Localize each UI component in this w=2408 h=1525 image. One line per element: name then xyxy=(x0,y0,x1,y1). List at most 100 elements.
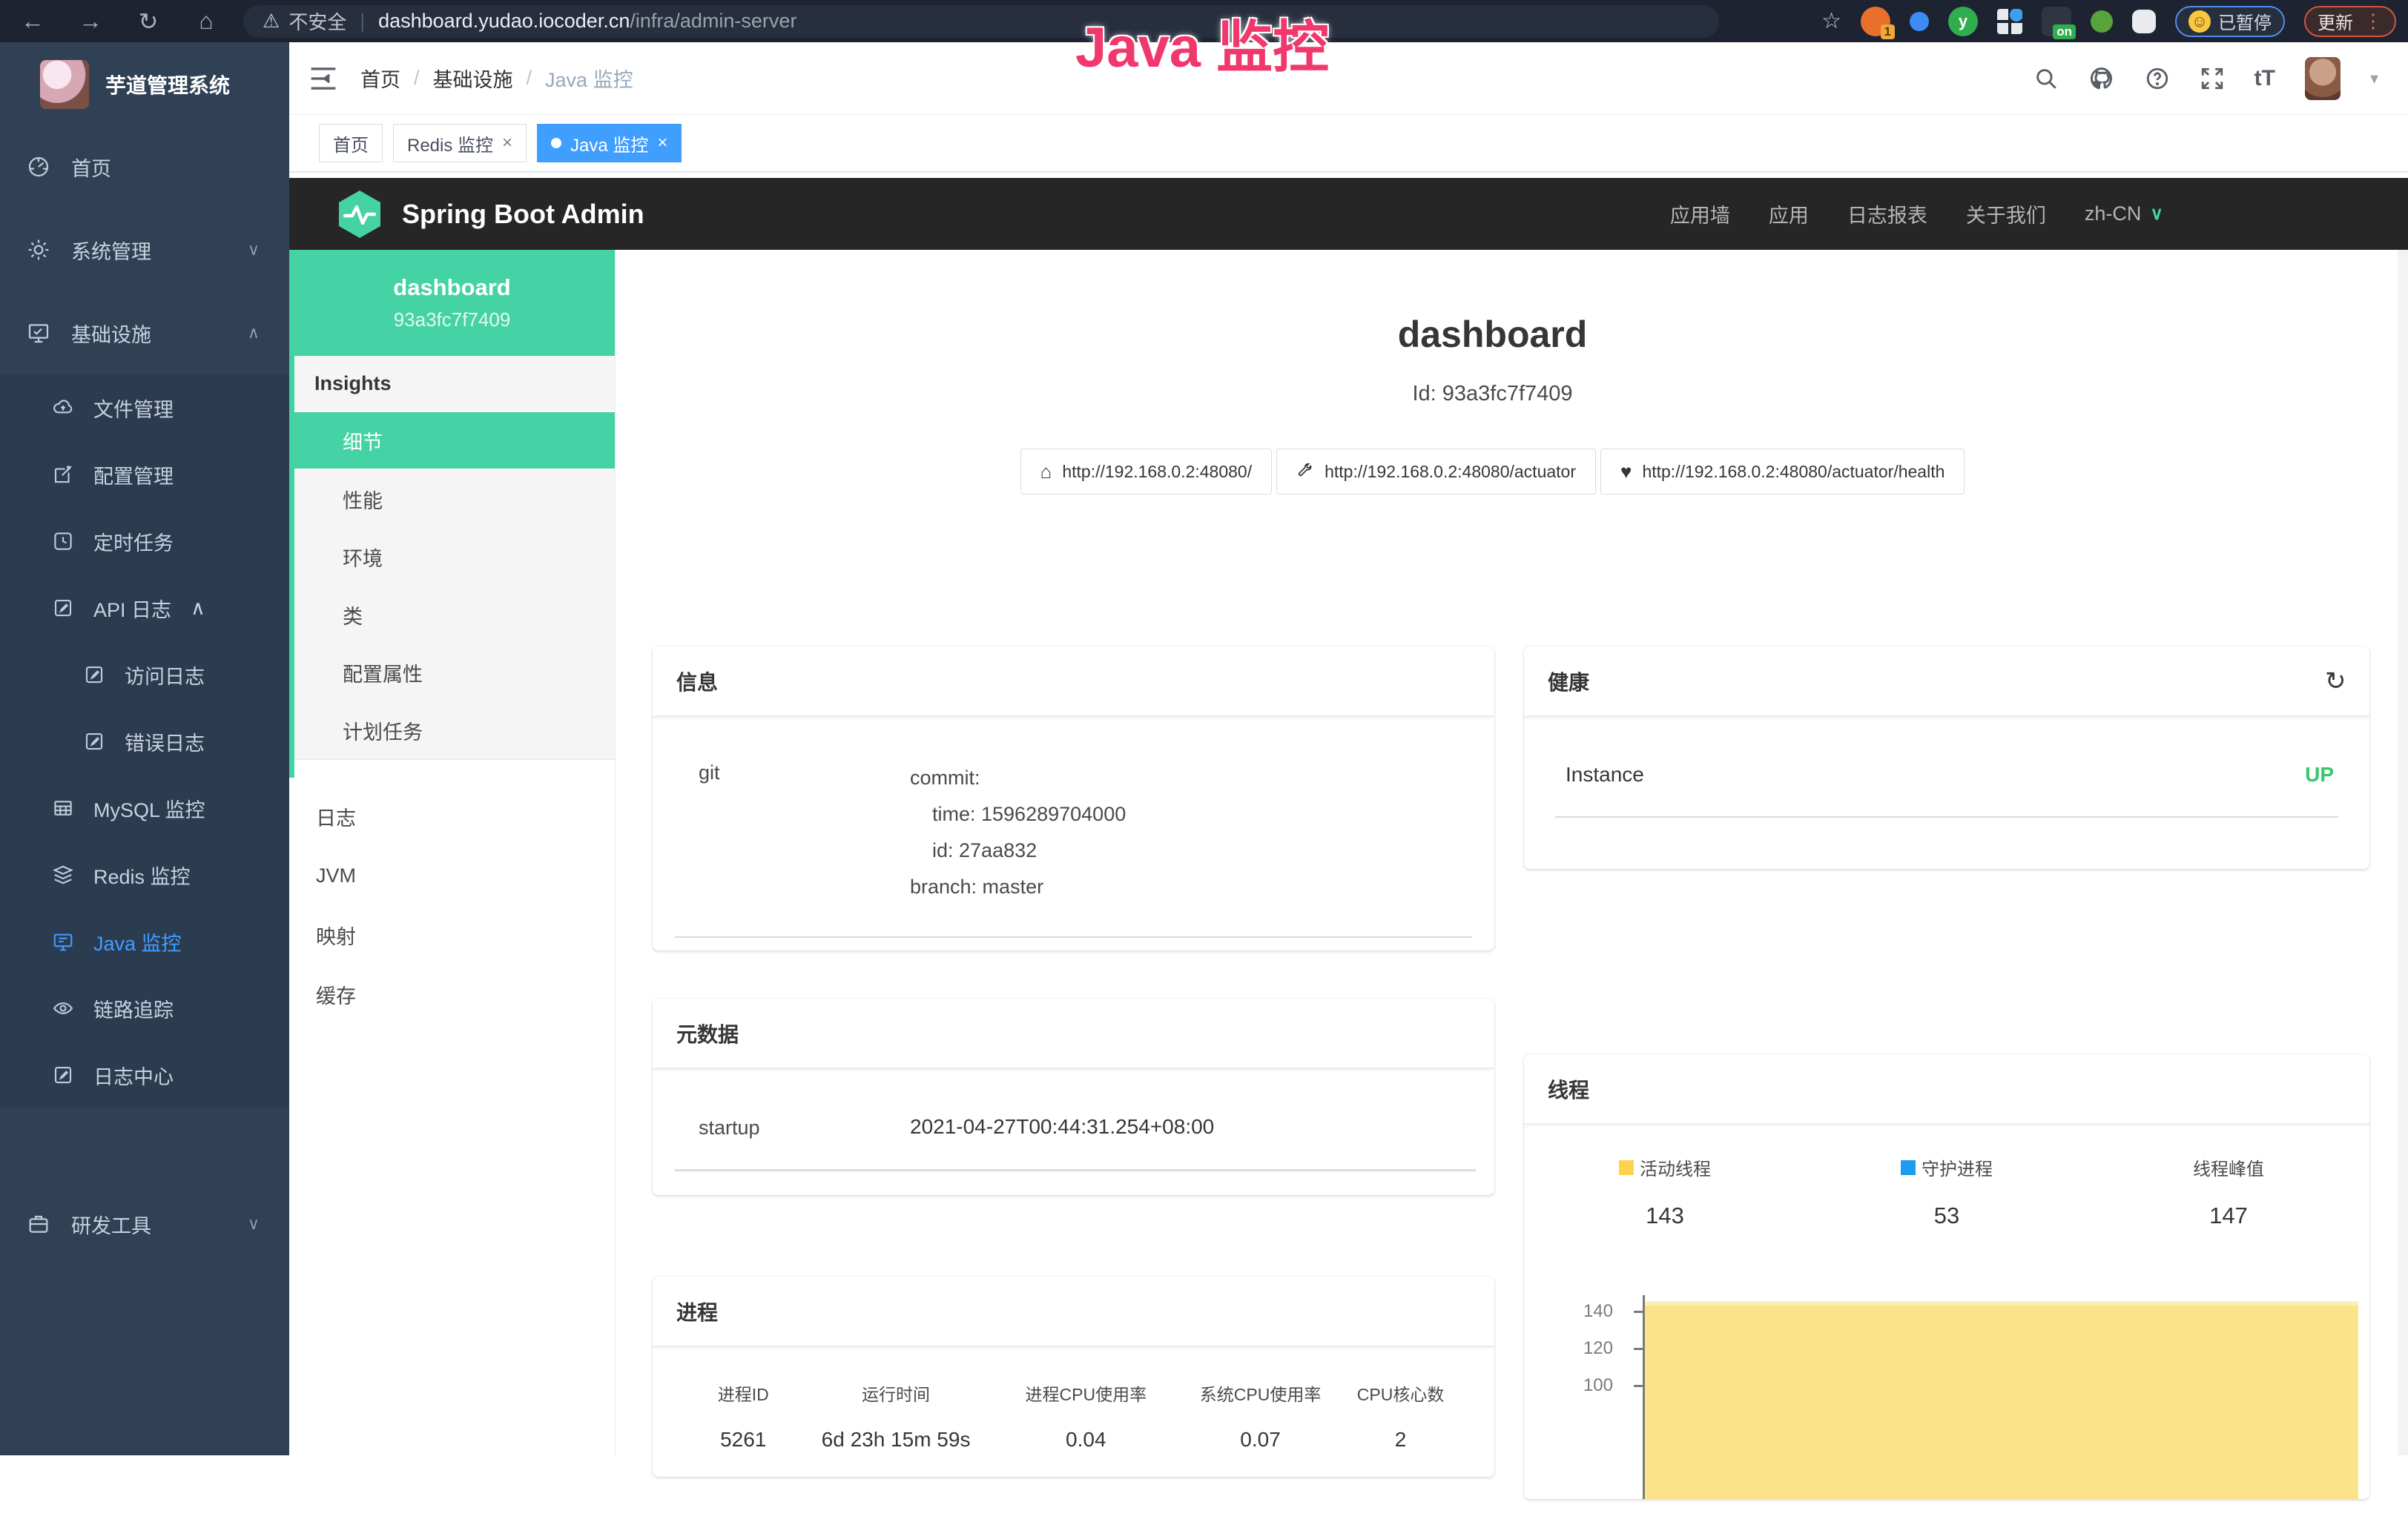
sidebar-item-config-manage[interactable]: 配置管理 xyxy=(0,441,289,508)
chevron-up-icon: ∧ xyxy=(191,597,205,620)
info-card-title: 信息 xyxy=(676,666,718,696)
sidebar-item-infra[interactable]: 基础设施 ∧ xyxy=(0,291,289,374)
browser-menu-icon[interactable]: ⋮ xyxy=(2364,10,2383,33)
y-extension-icon[interactable]: y xyxy=(1948,7,1978,36)
briefcase-icon xyxy=(27,1212,50,1236)
browser-reload-icon[interactable]: ↻ xyxy=(132,5,165,38)
health-url-button[interactable]: ♥ http://192.168.0.2:48080/actuator/heal… xyxy=(1600,449,1965,494)
breadcrumb-current: Java 监控 xyxy=(545,64,633,93)
sidebar-item-api-log[interactable]: API 日志 ∧ xyxy=(0,575,289,641)
app-logo-avatar xyxy=(40,60,89,109)
sidebar-item-log-center[interactable]: 日志中心 xyxy=(0,1042,289,1108)
service-url-button[interactable]: ⌂ http://192.168.0.2:48080/ xyxy=(1020,449,1273,494)
sidebar-item-access-log[interactable]: 访问日志 xyxy=(0,641,289,708)
history-icon[interactable]: ↺ xyxy=(2325,666,2346,696)
sba-menu-environment[interactable]: 环境 xyxy=(289,528,615,586)
sidebar-toggle-icon[interactable] xyxy=(309,65,338,92)
sidebar-item-error-log[interactable]: 错误日志 xyxy=(0,708,289,775)
gear-icon xyxy=(27,238,50,262)
leaf-extension-icon[interactable] xyxy=(2091,10,2113,33)
sba-logo-icon xyxy=(337,189,383,239)
sba-menu-classes[interactable]: 类 xyxy=(289,586,615,644)
home-icon: ⌂ xyxy=(1040,460,1052,483)
switch-extension-icon[interactable]: on xyxy=(2042,7,2071,36)
file-edit-icon xyxy=(83,730,105,752)
chevron-up-icon: ∧ xyxy=(248,323,260,343)
browser-back-icon[interactable]: ← xyxy=(16,5,49,38)
app-logo-row[interactable]: 芋道管理系统 xyxy=(0,42,289,125)
health-instance-label: Instance xyxy=(1566,763,1644,787)
tab-java-monitor[interactable]: Java 监控 × xyxy=(537,124,682,162)
sba-menu-config-props[interactable]: 配置属性 xyxy=(289,644,615,701)
sidebar-item-java-monitor[interactable]: Java 监控 xyxy=(0,908,289,975)
tab-groups-extension-icon[interactable] xyxy=(1997,9,2022,34)
sba-locale-select[interactable]: zh-CN ∨ xyxy=(2085,202,2163,225)
sba-menu-jvm[interactable]: JVM xyxy=(289,846,615,905)
service-url: http://192.168.0.2:48080/ xyxy=(1062,462,1252,482)
sba-menu-metrics[interactable]: 性能 xyxy=(289,470,615,528)
file-edit-icon xyxy=(52,1064,74,1086)
fullscreen-icon[interactable] xyxy=(2200,66,2225,91)
file-edit-icon xyxy=(52,597,74,619)
breadcrumb-home[interactable]: 首页 xyxy=(360,64,400,93)
tab-label: 首页 xyxy=(333,130,369,156)
history-clock-icon xyxy=(52,530,74,552)
address-bar[interactable]: ⚠ 不安全 | dashboard.yudao.iocoder.cn/infra… xyxy=(243,5,1719,38)
sba-menu-scheduled-tasks[interactable]: 计划任务 xyxy=(289,701,615,759)
app-sidebar: 芋道管理系统 首页 系统管理 ∨ 基础设施 ∧ 文件管理 配置管理 定时任务 xyxy=(0,42,289,1455)
y-tick-100: 100 xyxy=(1524,1375,1613,1396)
actuator-url-button[interactable]: http://192.168.0.2:48080/actuator xyxy=(1276,449,1596,494)
instance-header[interactable]: dashboard 93a3fc7f7409 xyxy=(289,250,615,356)
sba-menu-mappings[interactable]: 映射 xyxy=(289,905,615,965)
sba-menu-logfile[interactable]: 日志 xyxy=(289,787,615,846)
extension-icon-1[interactable]: 1 xyxy=(1861,7,1890,36)
user-avatar[interactable] xyxy=(2305,57,2341,100)
sba-menu-details[interactable]: 细节 xyxy=(289,412,615,470)
sidebar-item-label: API 日志 xyxy=(93,594,171,623)
tab-home[interactable]: 首页 xyxy=(319,124,383,162)
close-icon[interactable]: × xyxy=(502,133,512,153)
puzzle-extensions-icon[interactable] xyxy=(2132,10,2156,33)
sidebar-item-redis-monitor[interactable]: Redis 监控 xyxy=(0,841,289,908)
git-time-line: time: 1596289704000 xyxy=(910,796,1126,833)
daemon-threads-value: 53 xyxy=(1806,1203,2088,1229)
sidebar-item-dev-tools[interactable]: 研发工具 ∨ xyxy=(0,1182,289,1266)
git-id-line: id: 27aa832 xyxy=(910,833,1126,869)
close-icon[interactable]: × xyxy=(657,133,667,153)
security-label: 不安全 xyxy=(288,7,346,35)
health-card: 健康 ↺ Instance UP xyxy=(1524,646,2369,869)
page-header: 首页 / 基础设施 / Java 监控 tT ▾ xyxy=(289,42,2408,115)
sba-nav-applications[interactable]: 应用 xyxy=(1769,199,1809,228)
browser-forward-icon[interactable]: → xyxy=(74,5,107,38)
sidebar-item-system[interactable]: 系统管理 ∨ xyxy=(0,208,289,291)
instance-title: dashboard xyxy=(616,313,2369,356)
update-button[interactable]: 更新 ⋮ xyxy=(2304,6,2396,37)
sba-nav-journal[interactable]: 日志报表 xyxy=(1847,199,1927,228)
search-icon[interactable] xyxy=(2033,66,2059,91)
user-menu-caret-icon[interactable]: ▾ xyxy=(2370,69,2378,88)
scrollbar[interactable] xyxy=(2398,250,2408,1455)
pin-extension-icon[interactable] xyxy=(1910,12,1929,31)
sidebar-item-file-manage[interactable]: 文件管理 xyxy=(0,374,289,441)
sidebar-item-label: 系统管理 xyxy=(71,236,151,265)
y-tick-120: 120 xyxy=(1524,1338,1613,1359)
paused-chip[interactable]: ☺ 已暂停 xyxy=(2175,6,2285,37)
sba-brand[interactable]: Spring Boot Admin xyxy=(289,189,644,239)
font-size-icon[interactable]: tT xyxy=(2254,66,2275,91)
sidebar-item-mysql-monitor[interactable]: MySQL 监控 xyxy=(0,775,289,841)
process-col-pid: 进程ID xyxy=(693,1380,793,1406)
sidebar-item-scheduled-jobs[interactable]: 定时任务 xyxy=(0,508,289,575)
sidebar-item-trace[interactable]: 链路追踪 xyxy=(0,975,289,1042)
browser-home-icon[interactable]: ⌂ xyxy=(190,5,222,38)
desktop-monitor-icon xyxy=(52,930,74,953)
bookmark-star-icon[interactable]: ☆ xyxy=(1821,8,1841,34)
tab-redis-monitor[interactable]: Redis 监控 × xyxy=(393,124,527,162)
sba-menu-caches[interactable]: 缓存 xyxy=(289,965,615,1024)
sba-nav-wall[interactable]: 应用墙 xyxy=(1670,199,1730,228)
sidebar-item-home[interactable]: 首页 xyxy=(0,125,289,208)
sba-nav-about[interactable]: 关于我们 xyxy=(1966,199,2046,228)
metadata-card-title: 元数据 xyxy=(676,1019,739,1048)
github-icon[interactable] xyxy=(2088,65,2115,92)
breadcrumb-infra[interactable]: 基础设施 xyxy=(433,64,513,93)
help-icon[interactable] xyxy=(2145,66,2170,91)
